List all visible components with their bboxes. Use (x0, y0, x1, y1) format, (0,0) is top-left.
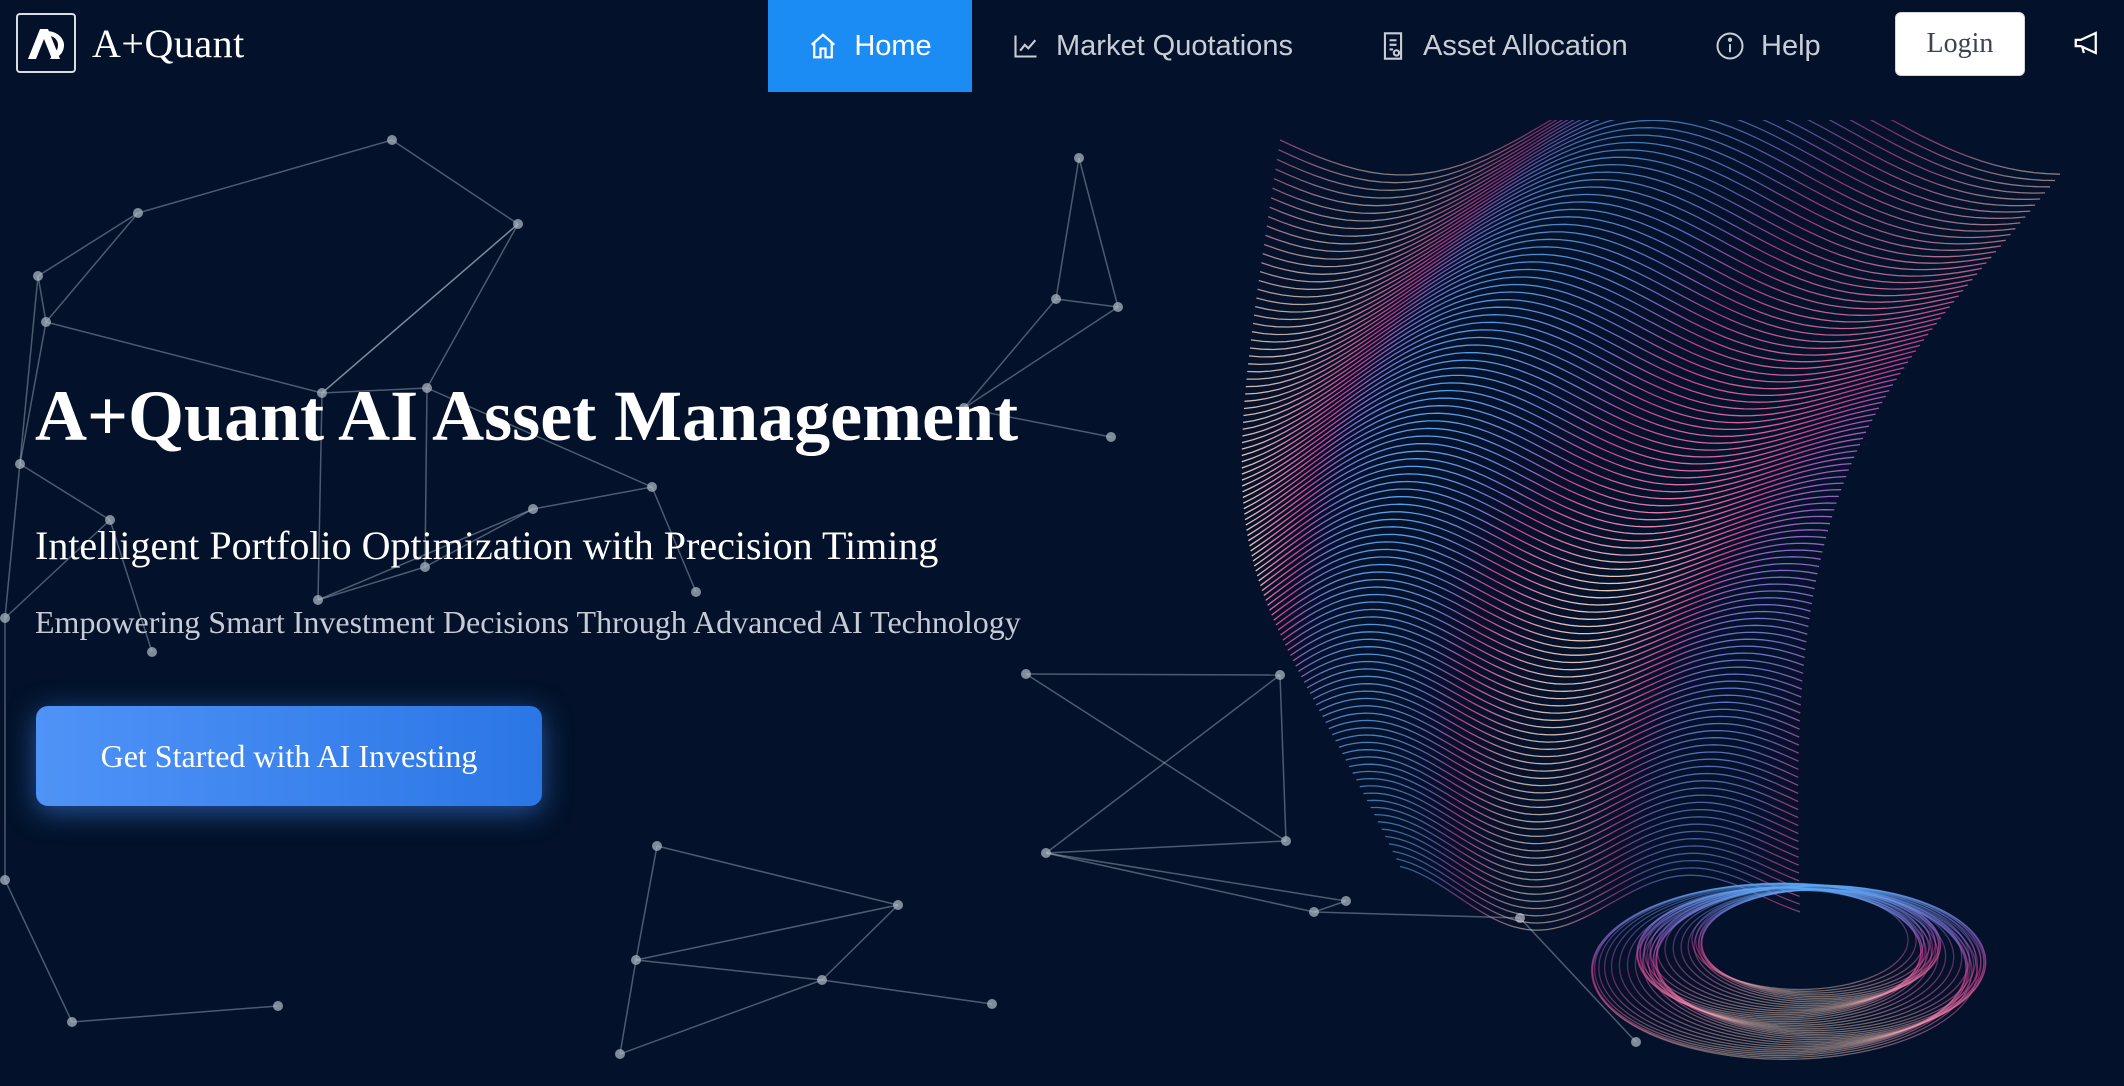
wave-line (1276, 120, 2051, 191)
wave-line (1298, 646, 1804, 714)
network-link (635, 904, 899, 961)
network-node (631, 955, 641, 965)
home-icon (811, 33, 836, 59)
network-node (41, 317, 51, 327)
wave-line (1260, 518, 1825, 592)
wave-line (1300, 653, 1803, 721)
brand-name: A+Quant (92, 20, 245, 66)
network-node (133, 208, 143, 218)
hero-tagline: Empowering Smart Investment Decisions Th… (35, 604, 1021, 640)
network-node (513, 219, 523, 229)
network-link (19, 463, 111, 521)
wave-line (1273, 120, 2041, 207)
network-node (652, 841, 662, 851)
network-link (37, 212, 139, 277)
wave-line (1252, 480, 1835, 562)
wave-line (1303, 660, 1803, 729)
wave-line (1245, 268, 1925, 395)
wave-line (1259, 156, 1992, 283)
info-icon (1716, 32, 1744, 60)
network-node (615, 1049, 625, 1059)
nav-asset-allocation[interactable]: Asset Allocation (1379, 0, 1628, 92)
logo-mark-icon (16, 13, 76, 73)
get-started-button[interactable]: Get Started with AI Investing (36, 706, 542, 806)
wave-line (1269, 556, 1817, 628)
nav-home-label: Home (854, 29, 932, 62)
megaphone-icon (2074, 31, 2097, 55)
network-node (273, 1001, 283, 1011)
network-node (15, 459, 25, 469)
network-node (387, 135, 397, 145)
network-node (67, 1017, 77, 1027)
network-link (1055, 157, 1080, 300)
network-node (817, 975, 827, 985)
hero-subtitle: Intelligent Portfolio Optimization with … (35, 523, 939, 568)
network-link (619, 979, 823, 1055)
login-button[interactable]: Login (1895, 12, 2025, 76)
network-link (391, 139, 519, 225)
network-link (71, 1005, 279, 1023)
network-link (619, 959, 637, 1055)
network-node (1051, 294, 1061, 304)
line-chart-icon (1014, 35, 1037, 58)
network-link (426, 223, 519, 389)
network-link (321, 223, 519, 394)
network-node (1106, 432, 1116, 442)
network-link (4, 275, 39, 619)
network-link (137, 139, 393, 214)
wave-line (1261, 149, 1997, 275)
announcement-button[interactable] (2072, 28, 2102, 63)
wave-line (1258, 511, 1827, 585)
network-node (1074, 153, 1084, 163)
network-node (1113, 302, 1123, 312)
network-link (37, 275, 47, 323)
nav-market-quotations-label: Market Quotations (1056, 29, 1293, 62)
top-navbar: A+Quant Home Market Quotations Asset All… (0, 0, 2124, 92)
network-node (0, 875, 10, 885)
wave-line (1258, 163, 1987, 290)
network-link (1078, 157, 1119, 308)
brand-logo[interactable]: A+Quant (16, 13, 245, 73)
wave-mesh-illustration (1241, 120, 2061, 1060)
wave-line (1267, 120, 2021, 237)
network-node (1041, 848, 1051, 858)
nav-market-quotations[interactable]: Market Quotations (1012, 0, 1293, 92)
network-link (317, 566, 426, 601)
network-node (691, 587, 701, 597)
network-link (821, 979, 993, 1005)
network-link (45, 212, 139, 323)
network-node (987, 999, 997, 1009)
network-link (635, 959, 823, 981)
network-link (532, 486, 653, 510)
network-link (4, 879, 73, 1023)
network-node (0, 613, 10, 623)
wave-line (1272, 120, 2036, 214)
nav-asset-allocation-label: Asset Allocation (1423, 29, 1628, 62)
network-node (647, 482, 657, 492)
wave-line (1275, 120, 2046, 199)
nav-help-label: Help (1761, 29, 1821, 62)
network-node (1021, 669, 1031, 679)
network-link (821, 904, 899, 981)
wave-line (1356, 777, 1799, 845)
network-node (33, 271, 43, 281)
network-link (656, 845, 899, 906)
network-link (1055, 298, 1119, 308)
nav-home[interactable]: Home (768, 0, 972, 92)
hero-title: A+Quant AI Asset Management (35, 376, 1019, 456)
network-link (635, 845, 658, 961)
network-node (528, 504, 538, 514)
nav-help[interactable]: Help (1715, 0, 1821, 92)
network-node (893, 900, 903, 910)
network-node (147, 647, 157, 657)
document-icon (1383, 32, 1403, 60)
